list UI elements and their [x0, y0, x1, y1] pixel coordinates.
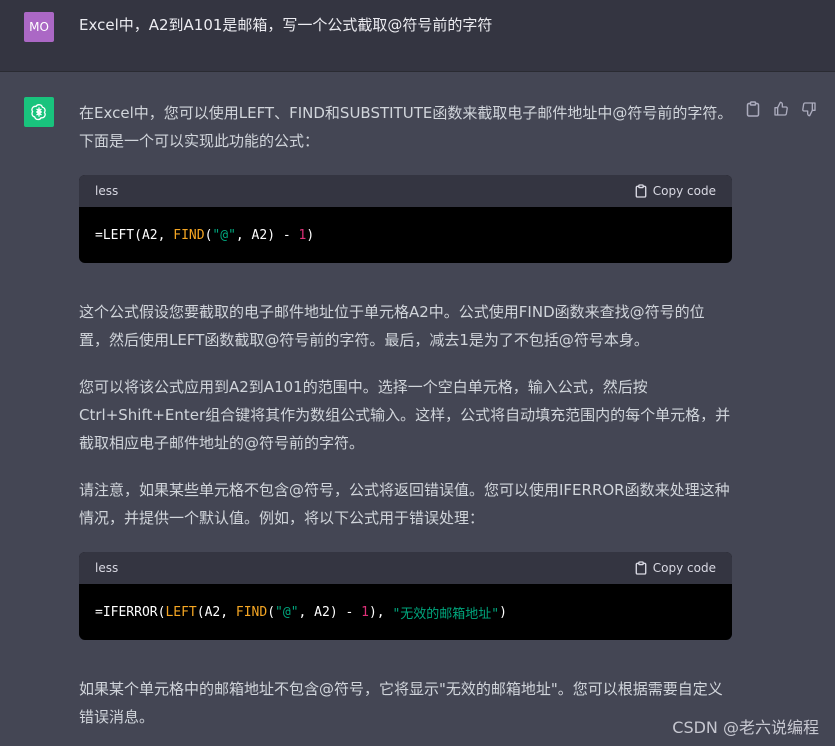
code-token: "@" [275, 604, 299, 620]
code-language-label: less [95, 561, 119, 575]
code-token: ) [306, 227, 315, 243]
code-token: =IFERROR( [95, 604, 166, 620]
code-language-label: less [95, 184, 119, 198]
message-actions [744, 100, 818, 118]
code-token: FIND [173, 227, 205, 243]
code-token: "无效的邮箱地址" [392, 606, 500, 622]
response-paragraph: 如果某个单元格中的邮箱地址不包含@符号，它将显示"无效的邮箱地址"。您可以根据需… [79, 680, 723, 726]
code-token: =LEFT(A2, [95, 227, 174, 243]
code-token: 1 [298, 227, 307, 243]
user-avatar: MO [24, 12, 54, 42]
code-token: ( [204, 227, 213, 243]
clipboard-icon [635, 561, 647, 575]
thumbs-down-icon[interactable] [800, 100, 818, 118]
copy-code-label: Copy code [652, 184, 716, 198]
code-token: ( [267, 604, 276, 620]
watermark: CSDN @老六说编程 [672, 718, 819, 737]
code-content: =LEFT(A2, FIND("@", A2) - 1) [79, 207, 732, 263]
code-token: "@" [212, 227, 236, 243]
user-message-row: MO Excel中，A2到A101是邮箱，写一个公式截取@符号前的字符 [0, 0, 835, 72]
code-header: less Copy code [79, 552, 732, 584]
user-message-text: Excel中，A2到A101是邮箱，写一个公式截取@符号前的字符 [79, 16, 493, 34]
thumbs-up-icon[interactable] [772, 100, 790, 118]
code-token: , A2) - [235, 227, 299, 243]
clipboard-icon [635, 184, 647, 198]
assistant-message-row: 在Excel中，您可以使用LEFT、FIND和SUBSTITUTE函数来截取电子… [0, 73, 835, 746]
response-paragraph: 您可以将该公式应用到A2到A101的范围中。选择一个空白单元格，输入公式，然后按… [79, 378, 731, 452]
code-token: FIND [235, 604, 268, 620]
code-content: =IFERROR(LEFT (A2, FIND("@", A2) - 1), "无… [79, 584, 732, 640]
code-block-1: less Copy code =LEFT(A2, FIND("@", A2) -… [79, 175, 732, 263]
copy-code-label: Copy code [652, 561, 716, 575]
copy-code-button[interactable]: Copy code [635, 184, 716, 198]
code-header: less Copy code [79, 175, 732, 207]
response-paragraph: 这个公式假设您要截取的电子邮件地址位于单元格A2中。公式使用FIND函数来查找@… [79, 303, 705, 349]
code-block-2: less Copy code =IFERROR(LEFT (A2, FIND("@… [79, 552, 732, 640]
code-token: , A2) - [298, 604, 362, 620]
code-token: LEFT [165, 604, 197, 620]
response-paragraph: 请注意，如果某些单元格不包含@符号，公式将返回错误值。您可以使用IFERROR函… [79, 481, 730, 527]
code-token: 1 [361, 604, 369, 620]
clipboard-icon[interactable] [744, 100, 762, 118]
openai-logo-icon [24, 97, 54, 127]
code-token: (A2, [196, 604, 236, 620]
code-token: ) [499, 604, 507, 620]
code-token: ), [368, 604, 393, 620]
copy-code-button[interactable]: Copy code [635, 561, 716, 575]
assistant-message-content: 在Excel中，您可以使用LEFT、FIND和SUBSTITUTE函数来截取电子… [79, 99, 734, 731]
response-paragraph: 在Excel中，您可以使用LEFT、FIND和SUBSTITUTE函数来截取电子… [79, 104, 733, 150]
